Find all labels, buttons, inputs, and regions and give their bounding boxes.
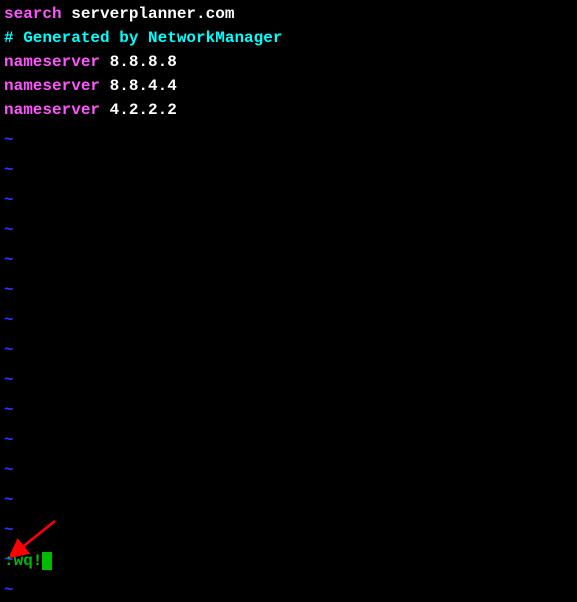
file-line-search: search serverplanner.com — [4, 2, 573, 26]
empty-line-marker: ~ — [4, 428, 573, 452]
empty-line-marker: ~ — [4, 458, 573, 482]
empty-line-marker: ~ — [4, 338, 573, 362]
file-line-nameserver: nameserver 4.2.2.2 — [4, 98, 573, 122]
empty-line-marker: ~ — [4, 248, 573, 272]
empty-line-marker: ~ — [4, 188, 573, 212]
cursor-icon — [42, 552, 52, 570]
empty-line-marker: ~ — [4, 218, 573, 242]
empty-lines-region: ~ ~ ~ ~ ~ ~ ~ ~ ~ ~ ~ ~ ~ ~ ~ ~ — [4, 128, 573, 602]
file-line-nameserver: nameserver 8.8.8.8 — [4, 50, 573, 74]
empty-line-marker: ~ — [4, 578, 573, 602]
empty-line-marker: ~ — [4, 488, 573, 512]
empty-line-marker: ~ — [4, 278, 573, 302]
command-line[interactable]: :wq! — [4, 549, 52, 573]
empty-line-marker: ~ — [4, 518, 573, 542]
empty-line-marker: ~ — [4, 158, 573, 182]
empty-line-marker: ~ — [4, 368, 573, 392]
file-line-comment: # Generated by NetworkManager — [4, 26, 573, 50]
empty-line-marker: ~ — [4, 308, 573, 332]
command-text: :wq! — [4, 552, 42, 570]
empty-line-marker: ~ — [4, 548, 573, 572]
empty-line-marker: ~ — [4, 398, 573, 422]
empty-line-marker: ~ — [4, 128, 573, 152]
file-line-nameserver: nameserver 8.8.4.4 — [4, 74, 573, 98]
